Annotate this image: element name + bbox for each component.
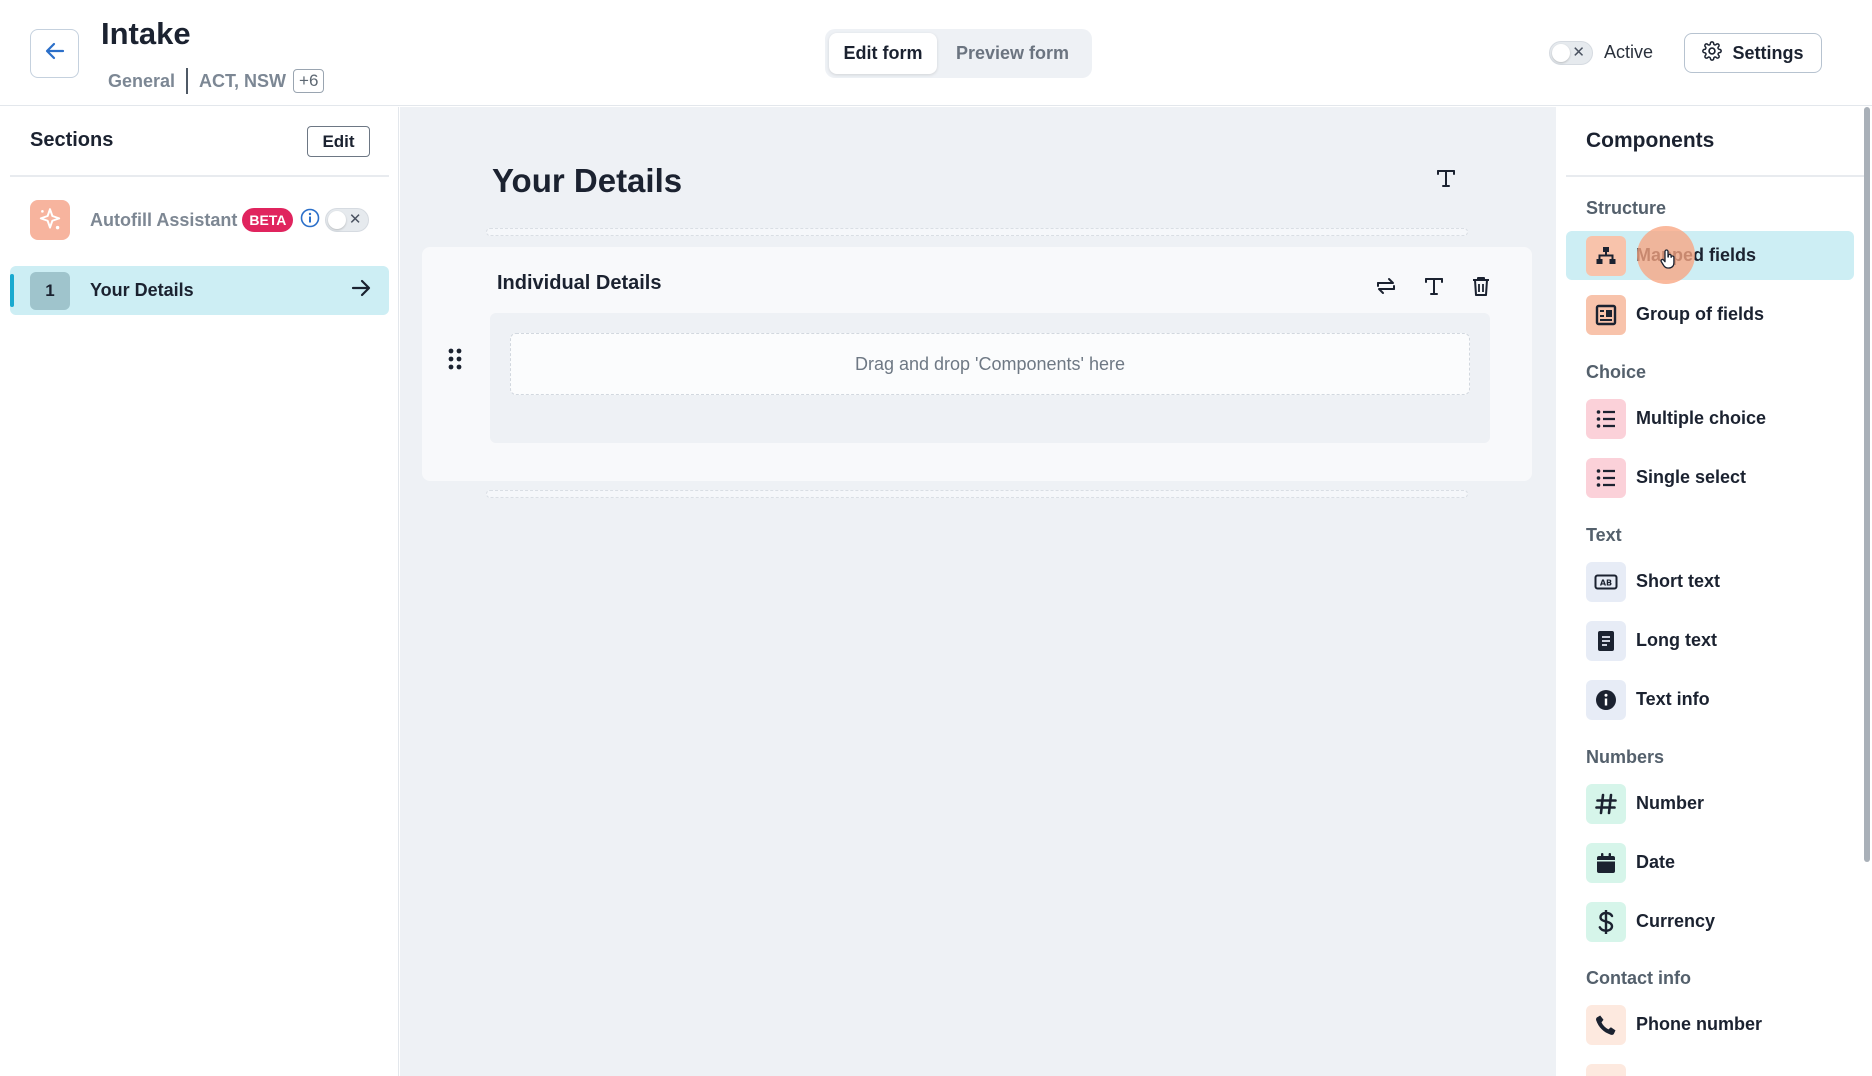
scrollbar[interactable] xyxy=(1864,107,1870,862)
phone-icon xyxy=(1586,1004,1626,1045)
gear-icon xyxy=(1702,40,1723,66)
page-title: Intake xyxy=(101,16,191,51)
mode-switch: Edit form Preview form xyxy=(825,29,1092,78)
top-bar: Intake General ACT, NSW +6 Edit form Pre… xyxy=(0,0,1872,106)
contact-icon xyxy=(1586,1063,1626,1076)
info-icon[interactable] xyxy=(300,208,320,233)
components-panel: Components Structure Mapped fields Group… xyxy=(1556,107,1872,1076)
category-numbers: Numbers xyxy=(1586,747,1665,767)
settings-label: Settings xyxy=(1732,42,1804,63)
toggle-knob xyxy=(1552,44,1570,62)
info-icon xyxy=(1586,679,1626,720)
section-item-your-details[interactable]: 1 Your Details xyxy=(10,266,389,315)
pointer-hand-icon xyxy=(1660,249,1676,274)
form-canvas: Your Details Individual Details Drag and… xyxy=(400,107,1556,1076)
form-regions: ACT, NSW xyxy=(199,70,287,91)
tab-edit-form[interactable]: Edit form xyxy=(829,33,937,74)
component-label: Single select xyxy=(1636,467,1747,487)
component-label: Number xyxy=(1636,793,1705,813)
component-short-text[interactable]: AB Short text xyxy=(1566,557,1854,606)
group-actions xyxy=(1374,275,1492,302)
component-label: Text info xyxy=(1636,689,1710,709)
component-date[interactable]: Date xyxy=(1566,838,1854,887)
category-choice: Choice xyxy=(1586,362,1647,382)
drop-zone-top[interactable] xyxy=(486,228,1468,236)
components-title: Components xyxy=(1586,129,1715,152)
component-single-select[interactable]: Single select xyxy=(1566,453,1854,502)
component-label: Long text xyxy=(1636,630,1717,650)
arrow-right-icon xyxy=(351,279,371,302)
component-drop-zone[interactable]: Drag and drop 'Components' here xyxy=(510,333,1470,395)
form-meta: General ACT, NSW +6 xyxy=(108,68,325,94)
edit-sections-button[interactable]: Edit xyxy=(307,126,370,157)
meta-divider xyxy=(186,68,189,94)
close-icon: ✕ xyxy=(1572,44,1585,61)
document-icon xyxy=(1586,620,1626,661)
category-contact-info: Contact info xyxy=(1586,968,1691,988)
component-next[interactable] xyxy=(1566,1059,1854,1076)
group-title: Individual Details xyxy=(497,272,662,294)
divider xyxy=(10,175,389,177)
active-label: Active xyxy=(1604,42,1654,62)
swap-icon[interactable] xyxy=(1374,275,1398,302)
component-label: Phone number xyxy=(1636,1014,1763,1034)
dollar-icon xyxy=(1586,901,1626,942)
component-multiple-choice[interactable]: Multiple choice xyxy=(1566,394,1854,443)
component-long-text[interactable]: Long text xyxy=(1566,616,1854,665)
section-label: Your Details xyxy=(90,280,194,300)
component-number[interactable]: Number xyxy=(1566,779,1854,828)
hash-icon xyxy=(1586,783,1626,824)
close-icon: ✕ xyxy=(348,211,362,228)
drop-zone-bottom[interactable] xyxy=(486,490,1468,498)
group-body: Drag and drop 'Components' here xyxy=(490,313,1490,443)
component-group-of-fields[interactable]: Group of fields xyxy=(1566,290,1854,339)
sitemap-icon xyxy=(1586,235,1626,276)
sections-panel: Sections Edit Autofill Assistant BETA ✕ … xyxy=(0,107,399,1076)
text-format-icon[interactable] xyxy=(1423,275,1445,302)
settings-button[interactable]: Settings xyxy=(1684,33,1822,73)
list-icon xyxy=(1586,398,1626,439)
section-heading: Your Details xyxy=(492,162,683,199)
selection-indicator xyxy=(10,274,14,307)
drag-handle-icon[interactable] xyxy=(447,347,463,376)
sparkle-icon xyxy=(30,200,70,240)
text-format-icon[interactable] xyxy=(1435,167,1457,194)
component-label: Multiple choice xyxy=(1636,408,1767,428)
category-text: Text xyxy=(1586,525,1622,545)
component-label: Short text xyxy=(1636,571,1721,591)
svg-text:AB: AB xyxy=(1600,578,1612,587)
component-mapped-fields[interactable]: Mapped fields xyxy=(1566,231,1854,280)
group-card: Individual Details Drag and drop 'Compon… xyxy=(422,247,1532,481)
autofill-toggle[interactable]: ✕ xyxy=(325,208,370,232)
arrow-left-icon xyxy=(45,42,65,65)
autofill-label: Autofill Assistant xyxy=(90,209,238,230)
component-currency[interactable]: Currency xyxy=(1566,897,1854,946)
form-category: General xyxy=(108,70,176,91)
component-label: Currency xyxy=(1636,911,1716,931)
active-toggle[interactable]: ✕ xyxy=(1549,41,1593,65)
back-button[interactable] xyxy=(30,29,79,78)
more-regions-badge[interactable]: +6 xyxy=(293,69,325,93)
section-number: 1 xyxy=(30,271,70,310)
component-label: Date xyxy=(1636,852,1676,872)
divider xyxy=(1566,175,1864,177)
list-icon xyxy=(1586,457,1626,498)
calendar-icon xyxy=(1586,842,1626,883)
group-icon xyxy=(1586,294,1626,335)
sections-title: Sections xyxy=(30,129,114,151)
autofill-assistant-row: Autofill Assistant BETA ✕ xyxy=(30,200,370,240)
component-label: Group of fields xyxy=(1636,304,1764,324)
trash-icon[interactable] xyxy=(1470,275,1492,302)
toggle-knob xyxy=(328,211,347,229)
short-text-icon: AB xyxy=(1586,561,1626,602)
component-text-info[interactable]: Text info xyxy=(1566,675,1854,724)
component-phone-number[interactable]: Phone number xyxy=(1566,1000,1854,1049)
category-structure: Structure xyxy=(1586,198,1667,218)
tab-preview-form[interactable]: Preview form xyxy=(937,33,1088,74)
beta-badge: BETA xyxy=(242,208,294,232)
